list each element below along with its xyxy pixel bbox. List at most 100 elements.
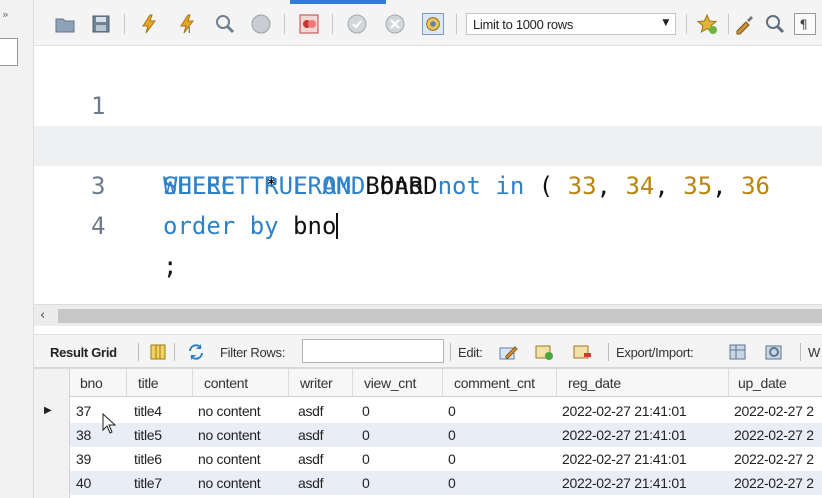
- cell-writer[interactable]: asdf: [298, 427, 324, 443]
- cell-reg-date[interactable]: 2022-02-27 21:41:01: [562, 475, 687, 491]
- cell-view-cnt[interactable]: 0: [362, 475, 370, 491]
- cell-bno[interactable]: 39: [76, 451, 91, 467]
- execute-icon[interactable]: [138, 13, 160, 35]
- column-divider[interactable]: [728, 369, 729, 397]
- code-text: order by bno: [163, 206, 339, 246]
- filter-rows-label: Filter Rows:: [220, 345, 286, 360]
- cell-view-cnt[interactable]: 0: [362, 451, 370, 467]
- collapse-arrow-icon[interactable]: »: [2, 8, 9, 21]
- cell-content[interactable]: no content: [198, 403, 261, 419]
- column-divider[interactable]: [192, 369, 193, 397]
- sql-editor[interactable]: 1 • SELECT * FROM BOARD 2 WHERE TRUE AND…: [34, 46, 822, 304]
- rollback-icon[interactable]: [384, 13, 406, 35]
- navigator-search-box[interactable]: [0, 38, 18, 66]
- cell-comment-cnt[interactable]: 0: [448, 475, 456, 491]
- cell-title[interactable]: title7: [134, 475, 162, 491]
- column-divider[interactable]: [288, 369, 289, 397]
- column-header-title[interactable]: title: [138, 375, 159, 391]
- open-folder-icon[interactable]: [54, 13, 76, 35]
- wrap-cell-label[interactable]: W: [808, 345, 820, 360]
- cell-content[interactable]: no content: [198, 427, 261, 443]
- grid-view-icon[interactable]: [148, 342, 168, 362]
- column-header-bno[interactable]: bno: [80, 375, 103, 391]
- cell-bno[interactable]: 38: [76, 427, 91, 443]
- commit-icon[interactable]: [346, 13, 368, 35]
- edit-row-icon[interactable]: [498, 342, 518, 362]
- column-header-comment-cnt[interactable]: comment_cnt: [454, 375, 535, 391]
- column-divider[interactable]: [442, 369, 443, 397]
- cell-title[interactable]: title6: [134, 451, 162, 467]
- toolbar-separator: [608, 343, 609, 361]
- invisible-chars-icon[interactable]: ¶: [794, 13, 816, 35]
- table-row[interactable]: 37 title4 no content asdf 0 0 2022-02-27…: [34, 399, 822, 423]
- execute-current-icon[interactable]: I: [176, 13, 198, 35]
- save-icon[interactable]: [90, 13, 112, 35]
- cell-writer[interactable]: asdf: [298, 403, 324, 419]
- cell-bno[interactable]: 40: [76, 475, 91, 491]
- cell-comment-cnt[interactable]: 0: [448, 427, 456, 443]
- svg-text:I: I: [188, 26, 190, 35]
- limit-rows-select[interactable]: Limit to 1000 rows ▼: [466, 13, 676, 35]
- table-row[interactable]: 38 title5 no content asdf 0 0 2022-02-27…: [34, 423, 822, 447]
- cell-view-cnt[interactable]: 0: [362, 427, 370, 443]
- column-divider[interactable]: [126, 369, 127, 397]
- cell-content[interactable]: no content: [198, 475, 261, 491]
- beautify-icon[interactable]: [734, 13, 756, 35]
- find-icon[interactable]: [764, 13, 786, 35]
- toolbar-separator: [450, 343, 451, 361]
- stop-icon[interactable]: [250, 13, 272, 35]
- column-header-content[interactable]: content: [204, 375, 248, 391]
- cell-up-date[interactable]: 2022-02-27 2: [734, 403, 814, 419]
- cell-writer[interactable]: asdf: [298, 451, 324, 467]
- code-text: ;: [163, 252, 178, 280]
- edit-label: Edit:: [458, 345, 483, 360]
- result-grid-tab[interactable]: Result Grid: [50, 345, 117, 360]
- text-cursor: [336, 213, 339, 239]
- cell-view-cnt[interactable]: 0: [362, 403, 370, 419]
- cell-reg-date[interactable]: 2022-02-27 21:41:01: [562, 403, 687, 419]
- cell-reg-date[interactable]: 2022-02-27 21:41:01: [562, 427, 687, 443]
- scroll-left-icon[interactable]: ‹: [40, 308, 45, 323]
- delete-row-icon[interactable]: [572, 342, 592, 362]
- svg-text:¶: ¶: [800, 17, 808, 32]
- column-header-up-date[interactable]: up_date: [738, 375, 787, 391]
- toolbar-separator: [124, 14, 125, 34]
- cell-comment-cnt[interactable]: 0: [448, 451, 456, 467]
- column-header-writer[interactable]: writer: [300, 375, 333, 391]
- refresh-icon[interactable]: [186, 342, 206, 362]
- editor-horizontal-scrollbar[interactable]: ‹: [34, 304, 822, 326]
- cell-title[interactable]: title5: [134, 427, 162, 443]
- limit-rows-label: Limit to 1000 rows: [473, 17, 574, 32]
- scrollbar-thumb[interactable]: [58, 309, 822, 323]
- table-row[interactable]: 40 title7 no content asdf 0 0 2022-02-27…: [34, 471, 822, 495]
- toolbar-separator: [728, 14, 729, 34]
- code-line: 4 ;: [34, 166, 822, 280]
- filter-rows-input[interactable]: [302, 339, 444, 363]
- insert-row-icon[interactable]: [534, 342, 554, 362]
- column-divider[interactable]: [556, 369, 557, 397]
- navigator-panel-edge: »: [0, 0, 34, 498]
- autocommit-icon[interactable]: [422, 13, 444, 35]
- column-divider[interactable]: [352, 369, 353, 397]
- workbench-window: » I Limit to 1000 rows ▼ ¶ 1 SELECT * FR…: [0, 0, 822, 498]
- table-row[interactable]: 39 title6 no content asdf 0 0 2022-02-27…: [34, 447, 822, 471]
- toggle-results-icon[interactable]: [298, 13, 320, 35]
- result-grid[interactable]: bno title content writer view_cnt commen…: [34, 368, 822, 498]
- column-header-view-cnt[interactable]: view_cnt: [364, 375, 416, 391]
- cell-writer[interactable]: asdf: [298, 475, 324, 491]
- column-header-reg-date[interactable]: reg_date: [568, 375, 621, 391]
- import-icon[interactable]: [764, 342, 784, 362]
- cell-content[interactable]: no content: [198, 451, 261, 467]
- explain-icon[interactable]: [214, 13, 236, 35]
- cell-up-date[interactable]: 2022-02-27 2: [734, 475, 814, 491]
- export-icon[interactable]: [728, 342, 748, 362]
- favorites-icon[interactable]: [696, 13, 718, 35]
- cell-comment-cnt[interactable]: 0: [448, 403, 456, 419]
- keyword: order: [163, 212, 236, 240]
- toolbar-separator: [686, 14, 687, 34]
- cell-reg-date[interactable]: 2022-02-27 21:41:01: [562, 451, 687, 467]
- cell-bno[interactable]: 37: [76, 403, 91, 419]
- cell-up-date[interactable]: 2022-02-27 2: [734, 451, 814, 467]
- cell-up-date[interactable]: 2022-02-27 2: [734, 427, 814, 443]
- cell-title[interactable]: title4: [134, 403, 162, 419]
